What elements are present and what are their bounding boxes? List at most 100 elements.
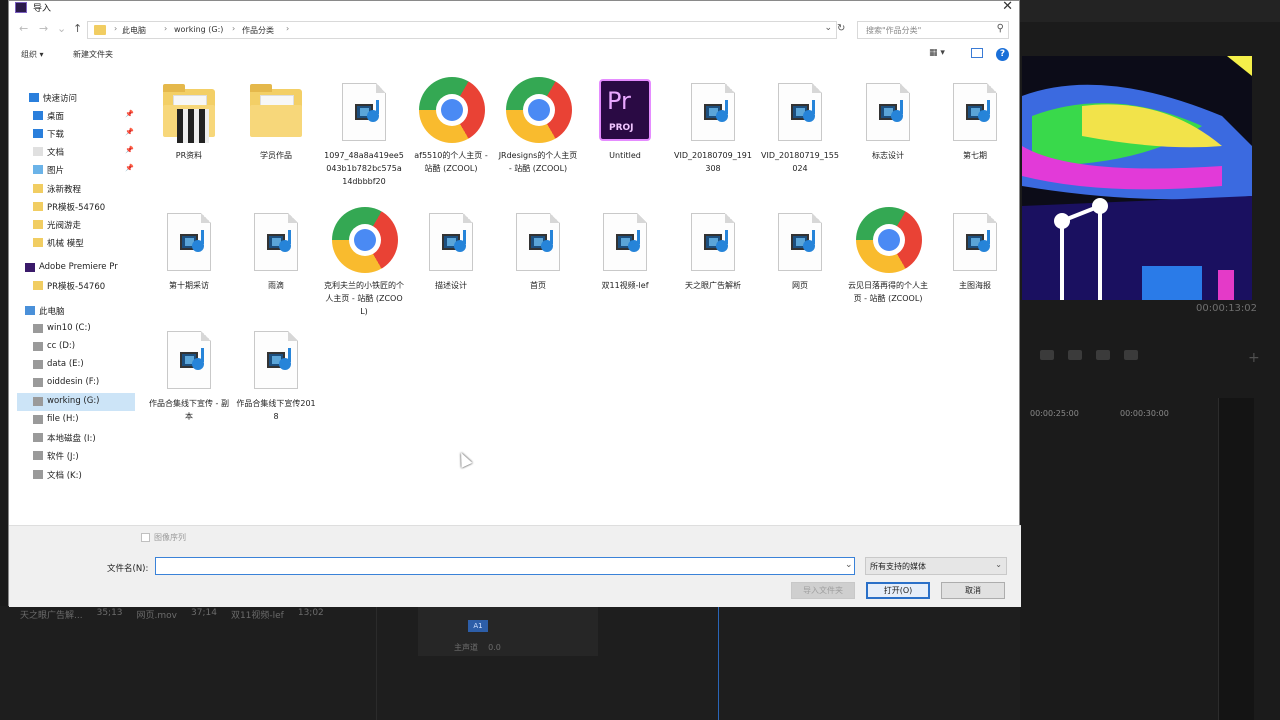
file-item[interactable]: Pr PROJ Untitled xyxy=(585,77,665,162)
video-file-icon xyxy=(943,207,1007,277)
pin-icon: 📌 xyxy=(125,146,134,154)
file-item[interactable]: PR资料 xyxy=(149,77,229,162)
file-item[interactable]: JRdesigns的个人主页 - 站酷 (ZCOOL) xyxy=(498,77,578,175)
file-item[interactable]: 标志设计 xyxy=(848,77,928,162)
nav-item[interactable]: cc (D:) xyxy=(17,338,135,356)
refresh-icon[interactable]: ↻ xyxy=(837,23,845,34)
help-icon[interactable]: ? xyxy=(996,48,1009,61)
nav-item[interactable]: 机械 模型 xyxy=(17,234,135,252)
nav-item[interactable]: data (E:) xyxy=(17,356,135,374)
drive-icon xyxy=(33,451,43,460)
nav-item[interactable]: 桌面 📌 xyxy=(17,107,135,125)
file-label: 网页 xyxy=(792,281,808,290)
breadcrumb-separator-icon[interactable]: › xyxy=(114,24,117,33)
video-file-icon xyxy=(419,207,483,277)
file-item[interactable]: 网页 xyxy=(760,207,840,292)
nav-item[interactable]: 此电脑 xyxy=(17,302,135,320)
nav-item[interactable]: PR模板-54760 xyxy=(17,198,135,216)
file-item[interactable]: 克利夫兰的小铁匠的个人主页 - 站酷 (ZCOOL) xyxy=(324,207,404,318)
drive-icon xyxy=(33,342,43,351)
folder-icon xyxy=(157,77,221,147)
import-dialog: 导入 ✕ ← → ⌄ ↑ › 此电脑 › working (G:) › 作品分类… xyxy=(8,0,1021,607)
filmstrip-icon xyxy=(177,109,209,143)
preview-pane-icon[interactable] xyxy=(971,48,983,58)
search-input[interactable]: 搜索"作品分类" ⚲ xyxy=(857,21,1009,39)
filename-input[interactable] xyxy=(155,557,855,575)
file-item[interactable]: 云见日落再得的个人主页 - 站酷 (ZCOOL) xyxy=(848,207,928,305)
breadcrumb-separator-icon[interactable]: › xyxy=(164,24,167,33)
file-item[interactable]: 学员作品 xyxy=(236,77,316,162)
video-file-icon xyxy=(768,207,832,277)
recent-dropdown-icon[interactable]: ⌄ xyxy=(57,22,66,35)
nav-item[interactable]: 快速访问 xyxy=(17,89,135,107)
filename-dropdown-icon[interactable]: ⌄ xyxy=(845,560,853,570)
file-label: VID_20180709_191308 xyxy=(674,151,752,173)
control-icon[interactable] xyxy=(1068,350,1082,360)
file-item[interactable]: VID_20180709_191308 xyxy=(673,77,753,175)
file-item[interactable]: 描述设计 xyxy=(411,207,491,292)
dialog-titlebar: 导入 ✕ xyxy=(9,0,1019,15)
address-bar[interactable]: › 此电脑 › working (G:) › 作品分类 › ⌄ xyxy=(87,21,837,39)
control-icon[interactable] xyxy=(1040,350,1054,360)
nav-item[interactable]: Adobe Premiere Pr xyxy=(17,259,135,277)
master-track-label: 主声道 0.0 xyxy=(454,643,501,652)
file-item[interactable]: 主图海报 xyxy=(935,207,1015,292)
nav-item[interactable]: 本地磁盘 (I:) xyxy=(17,429,135,447)
file-item[interactable]: 雨滴 xyxy=(236,207,316,292)
image-sequence-checkbox[interactable]: 图像序列 xyxy=(141,532,186,543)
control-icon[interactable] xyxy=(1096,350,1110,360)
breadcrumb-separator-icon[interactable]: › xyxy=(232,24,235,33)
track-a1-toggle[interactable]: A1 xyxy=(468,620,488,632)
nav-item[interactable]: 文档 📌 xyxy=(17,143,135,161)
nav-item[interactable]: 光阀游走 xyxy=(17,216,135,234)
nav-item-label: PR模板-54760 xyxy=(47,203,106,213)
nav-item-label: 机械 模型 xyxy=(47,239,84,249)
organize-button[interactable]: 组织 ▾ xyxy=(21,49,44,60)
dialog-bottom-bar: 图像序列 文件名(N): ⌄ 所有支持的媒体 ⌄ 导入文件夹 打开(O) 取消 xyxy=(9,525,1021,607)
file-item[interactable]: 作品合集线下宣传 - 副本 xyxy=(149,325,229,423)
nav-item[interactable]: 图片 📌 xyxy=(17,161,135,179)
file-item[interactable]: 天之眼广告解析 xyxy=(673,207,753,292)
nav-item[interactable]: 下载 📌 xyxy=(17,125,135,143)
file-item[interactable]: 首页 xyxy=(498,207,578,292)
video-file-icon xyxy=(332,77,396,147)
audio-meter xyxy=(1218,398,1254,720)
nav-item[interactable]: 文档 (K:) xyxy=(17,466,135,484)
nav-item[interactable]: PR模板-54760 xyxy=(17,277,135,295)
file-type-select[interactable]: 所有支持的媒体 ⌄ xyxy=(865,557,1007,575)
cancel-button[interactable]: 取消 xyxy=(941,582,1005,599)
breadcrumb-separator-icon[interactable]: › xyxy=(286,24,289,33)
change-view-button[interactable]: ▦ ▾ xyxy=(929,48,945,58)
forward-arrow-icon[interactable]: → xyxy=(39,22,48,35)
nav-item[interactable]: oiddesin (F:) xyxy=(17,374,135,392)
premiere-top-bar xyxy=(1020,0,1280,22)
close-button[interactable]: ✕ xyxy=(1002,0,1013,14)
up-arrow-icon[interactable]: ↑ xyxy=(73,22,82,35)
chrome-icon xyxy=(332,207,398,277)
open-button[interactable]: 打开(O) xyxy=(866,582,930,599)
file-item[interactable]: VID_20180719_155024 xyxy=(760,77,840,175)
control-icon[interactable] xyxy=(1124,350,1138,360)
timeline-playhead[interactable] xyxy=(718,606,719,720)
address-dropdown-icon[interactable]: ⌄ xyxy=(824,23,832,33)
back-arrow-icon[interactable]: ← xyxy=(19,22,28,35)
file-item[interactable]: 1097_48a8a419ee5043b1b782bc575a14dbbbf20 xyxy=(324,77,404,188)
file-item[interactable]: 第十期采访 xyxy=(149,207,229,292)
nav-item[interactable]: win10 (C:) xyxy=(17,320,135,338)
file-item[interactable]: 第七期 xyxy=(935,77,1015,162)
breadcrumb-this-pc[interactable]: 此电脑 xyxy=(122,25,146,36)
checkbox-icon[interactable] xyxy=(141,533,150,542)
breadcrumb-drive[interactable]: working (G:) xyxy=(174,25,223,34)
nav-item[interactable]: file (H:) xyxy=(17,411,135,429)
file-item[interactable]: 作品合集线下宣传2018 xyxy=(236,325,316,423)
import-folder-button[interactable]: 导入文件夹 xyxy=(791,582,855,599)
nav-item[interactable]: 软件 (J:) xyxy=(17,447,135,465)
file-item[interactable]: 双11视频-lef xyxy=(585,207,665,292)
pin-icon: 📌 xyxy=(125,110,134,118)
nav-item[interactable]: working (G:) xyxy=(17,393,135,411)
new-folder-button[interactable]: 新建文件夹 xyxy=(73,49,113,60)
add-button-icon[interactable]: + xyxy=(1248,350,1260,366)
nav-item[interactable]: 泳新教程 xyxy=(17,180,135,198)
file-item[interactable]: af5510的个人主页 - 站酷 (ZCOOL) xyxy=(411,77,491,175)
breadcrumb-folder[interactable]: 作品分类 xyxy=(242,25,274,36)
